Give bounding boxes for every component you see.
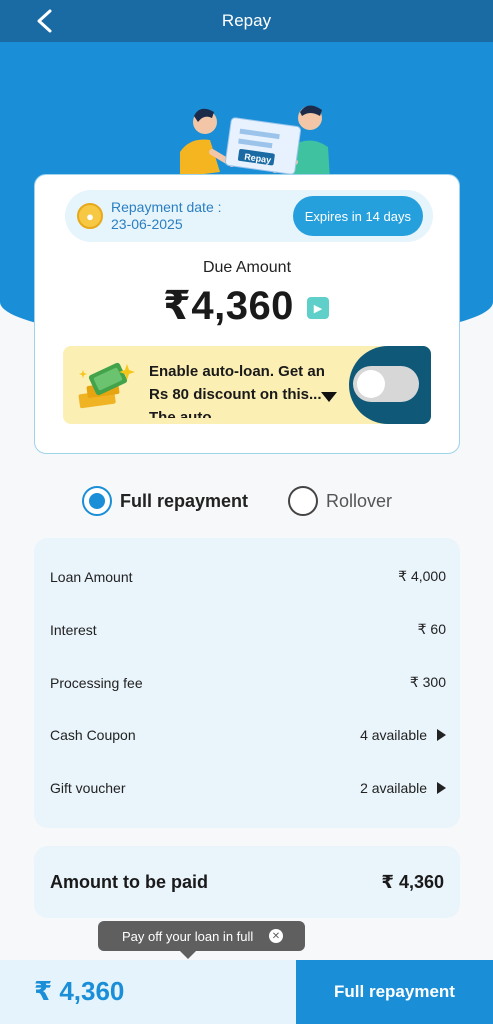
tooltip: Pay off your loan in full ✕ bbox=[98, 921, 305, 959]
repayment-date-value: 23-06-2025 bbox=[111, 216, 183, 232]
tooltip-text: Pay off your loan in full bbox=[122, 928, 254, 944]
detail-label: Cash Coupon bbox=[50, 727, 136, 743]
rollover-label: Rollover bbox=[326, 490, 393, 511]
full-repayment-radio[interactable] bbox=[82, 486, 112, 516]
detail-value-coupon: 4 available bbox=[360, 727, 446, 743]
detail-row-gift-voucher[interactable]: Gift voucher 2 available bbox=[50, 780, 446, 796]
autoloan-banner[interactable]: Enable auto-loan. Get an Rs 80 discount … bbox=[63, 346, 431, 424]
expires-badge: Expires in 14 days bbox=[292, 196, 423, 236]
page-title: Repay bbox=[221, 11, 272, 30]
detail-row-processing-fee: Processing fee ₹ 300 bbox=[50, 674, 446, 691]
close-icon[interactable]: ✕ bbox=[269, 929, 283, 943]
full-repayment-option[interactable]: Full repayment bbox=[82, 486, 248, 516]
detail-value: ₹ 4,000 bbox=[398, 568, 446, 584]
loan-details: Loan Amount ₹ 4,000 Interest ₹ 60 Proces… bbox=[34, 538, 460, 828]
arrow-right-icon[interactable] bbox=[437, 782, 446, 794]
coin-icon: ● bbox=[77, 203, 103, 229]
detail-label: Gift voucher bbox=[50, 780, 126, 796]
rollover-radio[interactable] bbox=[288, 486, 318, 516]
money-icon bbox=[78, 362, 135, 409]
repayment-date-pill: ● Repayment date : 23-06-2025 Expires in… bbox=[65, 190, 433, 242]
bottom-amount: ₹ 4,360 bbox=[34, 976, 125, 1006]
detail-row-loan-amount: Loan Amount ₹ 4,000 bbox=[50, 568, 446, 585]
back-icon[interactable] bbox=[30, 6, 60, 36]
detail-value-voucher: 2 available bbox=[360, 780, 446, 796]
autoloan-toggle[interactable] bbox=[353, 366, 419, 402]
full-repayment-button[interactable]: Full repayment bbox=[296, 960, 493, 1024]
app-header: Repay bbox=[0, 0, 493, 42]
due-details-icon[interactable]: ▶ bbox=[307, 297, 329, 319]
detail-label: Processing fee bbox=[50, 674, 143, 691]
detail-value: ₹ 60 bbox=[417, 621, 446, 637]
cash-coupon-count: 4 available bbox=[360, 727, 427, 743]
detail-row-cash-coupon[interactable]: Cash Coupon 4 available bbox=[50, 727, 446, 743]
detail-value: ₹ 300 bbox=[409, 674, 446, 690]
due-amount-value: ₹4,360 bbox=[163, 284, 294, 328]
rollover-option[interactable]: Rollover bbox=[288, 486, 392, 516]
amount-to-pay-label: Amount to be paid bbox=[50, 871, 208, 892]
repayment-card: ● Repayment date : 23-06-2025 Expires in… bbox=[34, 174, 460, 454]
gift-voucher-count: 2 available bbox=[360, 780, 427, 796]
detail-label: Interest bbox=[50, 621, 97, 638]
amount-to-pay-value: ₹ 4,360 bbox=[381, 871, 444, 892]
expand-caret-icon[interactable] bbox=[321, 392, 337, 402]
due-amount-label: Due Amount bbox=[202, 259, 292, 276]
arrow-right-icon[interactable] bbox=[437, 729, 446, 741]
toggle-knob bbox=[357, 370, 385, 398]
detail-row-interest: Interest ₹ 60 bbox=[50, 621, 446, 638]
tooltip-arrow bbox=[180, 951, 196, 959]
repayment-date: Repayment date : 23-06-2025 bbox=[111, 199, 222, 233]
repayment-date-label: Repayment date : bbox=[111, 199, 222, 215]
detail-label: Loan Amount bbox=[50, 568, 133, 585]
amount-to-pay: Amount to be paid ₹ 4,360 bbox=[34, 846, 460, 918]
full-repayment-label: Full repayment bbox=[120, 490, 249, 511]
autoloan-text: Enable auto-loan. Get an Rs 80 discount … bbox=[149, 363, 325, 418]
bottom-bar: ₹ 4,360 Full repayment bbox=[0, 960, 493, 1024]
